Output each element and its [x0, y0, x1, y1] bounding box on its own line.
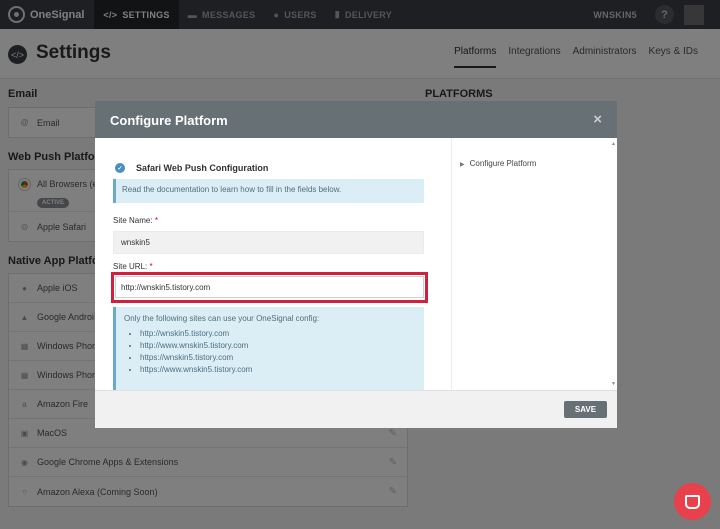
- triangle-right-icon: ▶: [460, 162, 465, 168]
- modal-body: ✓ Safari Web Push Configuration Read the…: [95, 138, 617, 390]
- config-title-text: Safari Web Push Configuration: [136, 163, 269, 173]
- scroll-down-icon[interactable]: ▼: [611, 381, 616, 387]
- documentation-note-text: to learn how to fill in the fields below…: [209, 185, 342, 194]
- list-item: https://www.wnskin5.tistory.com: [140, 366, 416, 374]
- modal-scrollbar[interactable]: [608, 139, 616, 389]
- site-name-label-text: Site Name:: [113, 216, 153, 225]
- chat-icon: [685, 494, 700, 509]
- documentation-link[interactable]: Read the documentation: [122, 185, 209, 194]
- modal-header: Configure Platform ×: [95, 101, 617, 138]
- site-url-label-text: Site URL:: [113, 262, 148, 271]
- save-button[interactable]: SAVE: [564, 401, 607, 418]
- allowed-sites-intro: Only the following sites can use your On…: [124, 314, 320, 323]
- list-item: http://www.wnskin5.tistory.com: [140, 342, 416, 350]
- allowed-sites-list: http://wnskin5.tistory.com http://www.wn…: [124, 330, 416, 374]
- documentation-note: Read the documentation to learn how to f…: [113, 179, 424, 203]
- list-item: https://wnskin5.tistory.com: [140, 354, 416, 362]
- close-icon[interactable]: ×: [593, 111, 602, 128]
- allowed-sites-note: Only the following sites can use your On…: [113, 307, 424, 390]
- step-check-icon: ✓: [115, 163, 125, 173]
- side-nav-label: Configure Platform: [469, 159, 537, 168]
- config-section-title: ✓ Safari Web Push Configuration: [115, 163, 268, 173]
- scroll-up-icon[interactable]: ▲: [611, 141, 616, 147]
- site-name-input[interactable]: [113, 231, 424, 254]
- configure-platform-modal: Configure Platform × ✓ Safari Web Push C…: [95, 101, 617, 428]
- chat-launcher-button[interactable]: [674, 483, 711, 520]
- site-name-label: Site Name: *: [113, 216, 158, 225]
- list-item: http://wnskin5.tistory.com: [140, 330, 416, 338]
- modal-title: Configure Platform: [110, 113, 228, 128]
- modal-divider: [451, 138, 452, 390]
- site-url-input[interactable]: [115, 276, 424, 298]
- required-mark: *: [154, 216, 158, 225]
- site-url-label: Site URL: *: [113, 262, 153, 271]
- modal-footer: SAVE: [95, 390, 617, 428]
- side-nav-configure-platform[interactable]: ▶ Configure Platform: [460, 159, 536, 168]
- required-mark: *: [149, 262, 153, 271]
